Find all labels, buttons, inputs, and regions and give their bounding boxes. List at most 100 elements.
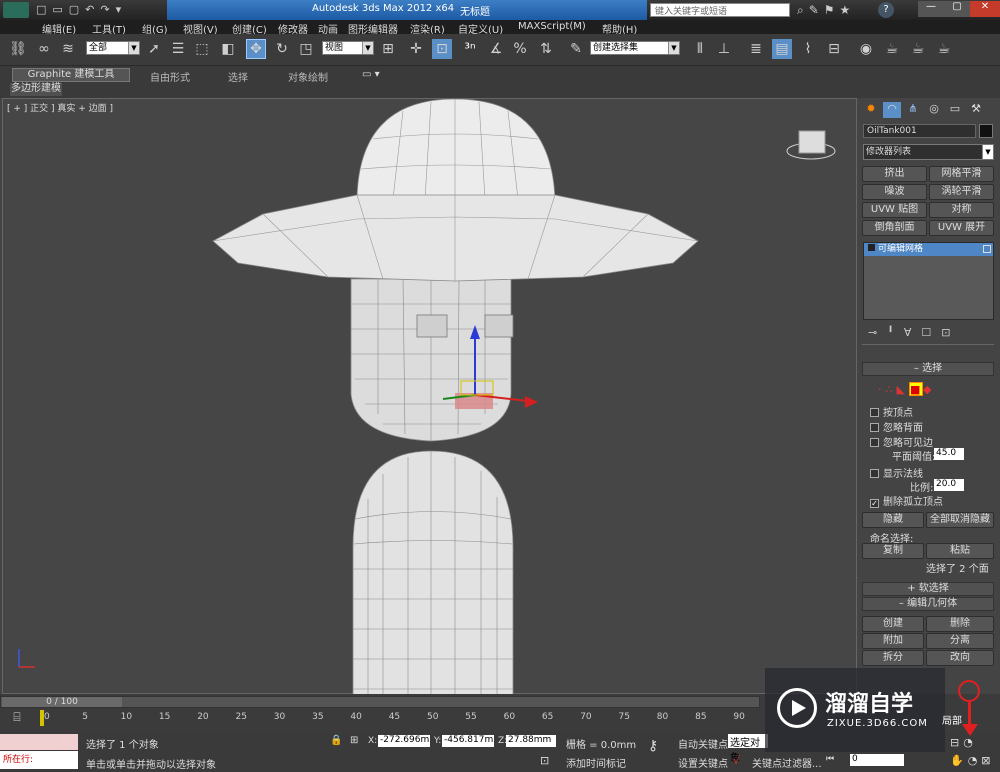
turn-button[interactable]: 改向: [926, 650, 994, 666]
key-prev-icon[interactable]: ⏮: [826, 754, 834, 764]
move-icon[interactable]: ✥: [246, 39, 266, 59]
keyboard-shortcut-icon[interactable]: ⊡: [432, 39, 452, 59]
material-editor-icon[interactable]: ◉: [856, 39, 876, 59]
tab-selection[interactable]: 选择: [228, 69, 248, 84]
edit-geometry-rollout-header[interactable]: – 编辑几何体: [862, 597, 994, 611]
viewport-front[interactable]: [ + ] 正交 ] 真实 + 边面 ]: [2, 98, 857, 695]
lock-icon[interactable]: 🔒: [330, 735, 342, 746]
edit-named-sel-icon[interactable]: ✎: [566, 39, 586, 59]
set-key-button[interactable]: 设置关键点: [678, 755, 728, 770]
unhide-all-button[interactable]: 全部取消隐藏: [926, 512, 994, 528]
stack-item[interactable]: 可编辑网格: [864, 243, 993, 256]
key-filters-button[interactable]: 关键点过滤器...: [752, 755, 822, 770]
x-coord-field[interactable]: -272.696m: [378, 735, 430, 747]
modifier-stack[interactable]: 可编辑网格: [863, 242, 994, 320]
create-button[interactable]: 创建: [862, 616, 924, 632]
auto-key-button[interactable]: 自动关键点: [678, 736, 728, 751]
window-crossing-icon[interactable]: ◧: [218, 39, 238, 59]
selection-rollout-header[interactable]: – 选择: [862, 362, 994, 376]
abs-mode-icon[interactable]: ⊞: [350, 735, 358, 746]
show-normals-checkbox[interactable]: 显示法线: [870, 465, 923, 480]
render-setup-icon[interactable]: ☕: [882, 39, 902, 59]
object-color-swatch[interactable]: [979, 124, 993, 138]
soft-selection-rollout-header[interactable]: + 软选择: [862, 582, 994, 596]
maxscript-listener[interactable]: [0, 734, 78, 750]
menu-maxscript[interactable]: MAXScript(M): [518, 21, 586, 32]
object-name-field[interactable]: OilTank001: [863, 124, 976, 138]
stack-tools-icons[interactable]: ⊸╹∀☐⊡: [868, 326, 960, 339]
detach-button[interactable]: 分离: [926, 633, 994, 649]
pan-orbit-icons[interactable]: ✋◔⊠: [950, 754, 995, 767]
by-vertex-checkbox[interactable]: 按顶点: [870, 404, 913, 419]
percent-snap-icon[interactable]: %: [510, 39, 530, 59]
delete-button[interactable]: 删除: [926, 616, 994, 632]
key-icon[interactable]: ⚷: [648, 738, 658, 754]
ignore-backfacing-checkbox[interactable]: 忽略背面: [870, 419, 923, 434]
copy-button[interactable]: 复制: [862, 543, 924, 559]
bind-spacewarp-icon[interactable]: ≋: [58, 39, 78, 59]
noise-button[interactable]: 噪波: [862, 184, 927, 200]
uvw-map-button[interactable]: UVW 贴图: [862, 202, 927, 218]
quick-access-icons[interactable]: □▭▢↶↷▾: [36, 3, 127, 16]
y-coord-field[interactable]: -456.817m: [442, 735, 494, 747]
key-mode-icon[interactable]: √: [733, 754, 740, 767]
rect-selection-icon[interactable]: ⬚: [192, 39, 212, 59]
schematic-view-icon[interactable]: ⊟: [824, 39, 844, 59]
layer-manager-icon[interactable]: ≣: [746, 39, 766, 59]
mirror-icon[interactable]: ⫴: [690, 39, 710, 59]
snap-toggle-icon[interactable]: ³ⁿ: [460, 39, 480, 59]
select-manipulate-icon[interactable]: ✛: [406, 39, 426, 59]
hide-button[interactable]: 隐藏: [862, 512, 924, 528]
symmetry-button[interactable]: 对称: [929, 202, 994, 218]
rotate-icon[interactable]: ↻: [272, 39, 292, 59]
help-icon[interactable]: ?: [878, 2, 894, 18]
render-frame-icon[interactable]: ☕: [908, 39, 928, 59]
selection-filter-dropdown[interactable]: 全部 ▼: [86, 41, 140, 55]
tab-freeform[interactable]: 自由形式: [150, 69, 190, 84]
viewport-nav-icons[interactable]: ⊟◔: [950, 736, 977, 749]
sub-object-level-icons[interactable]: ·∴◣■◆: [878, 382, 935, 396]
tab-graphite[interactable]: Graphite 建模工具: [12, 68, 130, 82]
turbosmooth-button[interactable]: 涡轮平滑: [929, 184, 994, 200]
time-slider-thumb[interactable]: 0 / 100: [2, 697, 122, 707]
delete-isolated-checkbox[interactable]: ✓ 删除孤立顶点: [870, 493, 943, 508]
render-icon[interactable]: ☕: [934, 39, 954, 59]
named-selection-dropdown[interactable]: 创建选择集 ▼: [590, 41, 680, 55]
add-time-tag-icon[interactable]: ⊡: [540, 754, 549, 767]
pivot-center-icon[interactable]: ⊞: [378, 39, 398, 59]
app-logo-icon[interactable]: [3, 2, 29, 18]
selected-dropdown[interactable]: 选定对象: [728, 734, 768, 764]
maximize-icon[interactable]: ▢: [944, 1, 970, 17]
subtab-polygon-modeling[interactable]: 多边形建模: [10, 83, 62, 96]
hierarchy-tab-icon[interactable]: ⋔: [904, 102, 922, 118]
modifier-list-dropdown[interactable]: 修改器列表 ▼: [863, 144, 994, 160]
curve-editor-icon[interactable]: ⌇: [798, 39, 818, 59]
infocenter-icons[interactable]: ⌕✎⚑★: [797, 3, 855, 18]
meshsmooth-button[interactable]: 网格平滑: [929, 166, 994, 182]
ribbon-options-icon[interactable]: ▭ ▾: [362, 69, 380, 80]
unwrap-uvw-button[interactable]: UVW 展开: [929, 220, 994, 236]
tab-object-paint[interactable]: 对象绘制: [288, 69, 328, 84]
search-input[interactable]: 键入关键字或短语: [650, 3, 790, 17]
z-coord-field[interactable]: 27.88mm: [506, 735, 556, 747]
planar-thresh-spinner[interactable]: 45.0: [934, 448, 964, 460]
split-button[interactable]: 拆分: [862, 650, 924, 666]
select-by-name-icon[interactable]: ☰: [168, 39, 188, 59]
scale-spinner[interactable]: 20.0: [934, 479, 964, 491]
time-slider-track[interactable]: 0 / 100: [0, 696, 760, 708]
unlink-icon[interactable]: ∞: [34, 39, 54, 59]
spinner-snap-icon[interactable]: ⇅: [536, 39, 556, 59]
add-time-tag[interactable]: 添加时间标记: [566, 755, 626, 770]
graphite-toggle-icon[interactable]: ▤: [772, 39, 792, 59]
angle-snap-icon[interactable]: ∡: [486, 39, 506, 59]
display-tab-icon[interactable]: ▭: [946, 102, 964, 118]
running-label[interactable]: 所在行:: [0, 751, 78, 769]
attach-button[interactable]: 附加: [862, 633, 924, 649]
select-object-icon[interactable]: ➚: [144, 39, 164, 59]
create-tab-icon[interactable]: ✹: [862, 102, 880, 118]
scale-icon[interactable]: ◳: [296, 39, 316, 59]
align-icon[interactable]: ⊥: [714, 39, 734, 59]
minimize-icon[interactable]: —: [918, 1, 944, 17]
modify-tab-icon[interactable]: ◠: [883, 102, 901, 118]
reference-coord-dropdown[interactable]: 视图 ▼: [322, 41, 374, 55]
